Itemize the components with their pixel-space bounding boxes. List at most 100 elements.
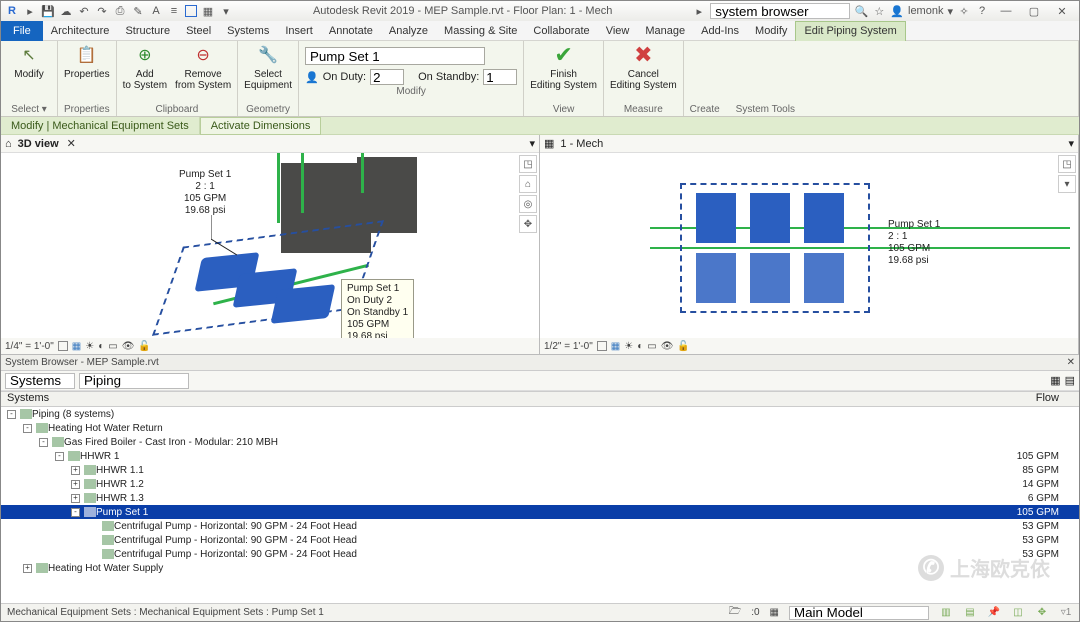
pump[interactable] (750, 193, 790, 243)
select-equipment-button[interactable]: 🔧Select Equipment (244, 43, 292, 91)
activate-dimensions-button[interactable]: Activate Dimensions (200, 117, 322, 135)
system-type-filter[interactable] (79, 373, 189, 389)
pump[interactable] (804, 253, 844, 303)
tab-collaborate[interactable]: Collaborate (525, 21, 597, 41)
home-icon[interactable]: ⌂ (519, 175, 537, 193)
subscription-icon[interactable]: ☆ (872, 4, 886, 18)
thin-lines-icon[interactable]: ≡ (167, 4, 181, 18)
crop-icon[interactable]: ▭ (647, 341, 656, 352)
search-go-icon[interactable]: 🔍 (854, 4, 868, 18)
expand-toggle[interactable]: - (55, 452, 64, 461)
browser-view-icon[interactable]: ▦ (1050, 374, 1060, 387)
view-close-button[interactable]: ✕ (67, 137, 76, 150)
on-standby-input[interactable] (483, 69, 517, 85)
main-model-combo[interactable] (789, 606, 929, 620)
print-icon[interactable]: ⎙ (113, 4, 127, 18)
tree-row[interactable]: + HHWR 1.36 GPM (1, 491, 1079, 505)
select-links-icon[interactable]: ▥ (939, 606, 953, 620)
tree-row[interactable]: - HHWR 1105 GPM (1, 449, 1079, 463)
set-name-combo[interactable] (305, 47, 485, 65)
pan-icon[interactable]: ✥ (519, 215, 537, 233)
shadows-icon[interactable]: ◐ (98, 341, 104, 352)
selection-hint-icon[interactable]: 🗁 (729, 604, 741, 621)
expand-toggle[interactable]: - (71, 508, 80, 517)
exchange-icon[interactable]: ✧ (957, 4, 971, 18)
panel-label[interactable]: Select ▾ (7, 103, 51, 116)
open-icon[interactable]: ▸ (23, 4, 37, 18)
finish-editing-button[interactable]: ✔Finish Editing System (530, 43, 597, 91)
discipline-filter[interactable] (5, 373, 75, 389)
sun-path-icon[interactable]: ☀ (85, 341, 94, 352)
shadows-icon[interactable]: ◐ (637, 341, 643, 352)
expand-toggle[interactable]: + (71, 494, 80, 503)
browser-settings-icon[interactable]: ▤ (1065, 374, 1075, 387)
add-to-system-button[interactable]: ⊕Add to System (123, 43, 167, 91)
tab-addins[interactable]: Add-Ins (693, 21, 747, 41)
save-icon[interactable]: 💾 (41, 4, 55, 18)
visual-style-icon[interactable]: ▦ (72, 341, 81, 352)
tab-edit-piping-system[interactable]: Edit Piping System (795, 21, 905, 41)
tree-row[interactable]: Centrifugal Pump - Horizontal: 90 GPM - … (1, 519, 1079, 533)
cancel-editing-button[interactable]: ✖Cancel Editing System (610, 43, 677, 91)
remove-from-system-button[interactable]: ⊖Remove from System (175, 43, 231, 91)
expand-toggle[interactable]: + (23, 564, 32, 573)
text-icon[interactable]: A (149, 4, 163, 18)
close-hidden-icon[interactable] (185, 5, 197, 17)
scale-display[interactable]: 1/2" = 1'-0" (544, 341, 593, 352)
tab-insert[interactable]: Insert (277, 21, 321, 41)
reveal-icon[interactable]: 🔓 (677, 341, 689, 352)
tab-structure[interactable]: Structure (117, 21, 178, 41)
close-button[interactable]: ✕ (1049, 3, 1075, 19)
properties-button[interactable]: 📋Properties (64, 43, 110, 80)
select-pinned-icon[interactable]: 📌 (987, 606, 1001, 620)
expand-toggle[interactable]: + (71, 480, 80, 489)
infocenter-icon[interactable]: ▸ (692, 4, 706, 18)
filter-icon[interactable]: ▿1 (1059, 606, 1073, 620)
expand-toggle[interactable]: - (23, 424, 32, 433)
view-home-icon[interactable]: ▦ (544, 137, 554, 150)
tab-architecture[interactable]: Architecture (43, 21, 118, 41)
col-systems[interactable]: Systems (1, 392, 969, 406)
nav-arrow-icon[interactable]: ▾ (1058, 175, 1076, 193)
pump[interactable] (696, 253, 736, 303)
tab-modify[interactable]: Modify (747, 21, 795, 41)
viewcube-icon[interactable]: ◳ (519, 155, 537, 173)
browser-close-button[interactable]: ✕ (1067, 357, 1075, 368)
tree-row[interactable]: + HHWR 1.185 GPM (1, 463, 1079, 477)
tree-row[interactable]: - Piping (8 systems) (1, 407, 1079, 421)
detail-level-icon[interactable] (597, 341, 607, 351)
file-tab[interactable]: File (1, 21, 43, 41)
tree-row[interactable]: - Heating Hot Water Return (1, 421, 1079, 435)
tree-row[interactable]: + HHWR 1.214 GPM (1, 477, 1079, 491)
on-duty-input[interactable] (370, 69, 404, 85)
hide-icon[interactable]: 👁 (122, 341, 135, 352)
tab-analyze[interactable]: Analyze (381, 21, 436, 41)
scale-display[interactable]: 1/4" = 1'-0" (5, 341, 54, 352)
redo-icon[interactable]: ↷ (95, 4, 109, 18)
view-menu-button[interactable]: ▾ (529, 137, 535, 150)
view-home-icon[interactable]: ⌂ (5, 138, 12, 150)
sync-icon[interactable]: ☁ (59, 4, 73, 18)
visual-style-icon[interactable]: ▦ (611, 341, 620, 352)
drag-elements-icon[interactable]: ✥ (1035, 606, 1049, 620)
expand-toggle[interactable]: - (7, 410, 16, 419)
tree-row[interactable]: Centrifugal Pump - Horizontal: 90 GPM - … (1, 533, 1079, 547)
canvas-plan[interactable]: Pump Set 1 2 : 1 105 GPM 19.68 psi ◳ ▾ (540, 153, 1078, 338)
maximize-button[interactable]: ▢ (1021, 3, 1047, 19)
pump[interactable] (750, 253, 790, 303)
nav-wheel-icon[interactable]: ◎ (519, 195, 537, 213)
detail-level-icon[interactable] (58, 341, 68, 351)
switch-window-icon[interactable]: ▦ (201, 4, 215, 18)
help-icon[interactable]: ? (975, 4, 989, 18)
tree-row[interactable]: - Pump Set 1105 GPM (1, 505, 1079, 519)
worksets-icon[interactable]: ▦ (770, 607, 779, 618)
tab-systems[interactable]: Systems (219, 21, 277, 41)
user-menu[interactable]: 👤 lemonk ▾ (890, 5, 953, 18)
hide-icon[interactable]: 👁 (661, 341, 674, 352)
select-underlay-icon[interactable]: ▤ (963, 606, 977, 620)
pump[interactable] (804, 193, 844, 243)
tab-steel[interactable]: Steel (178, 21, 219, 41)
view-menu-button[interactable]: ▾ (1068, 137, 1074, 150)
tab-manage[interactable]: Manage (637, 21, 693, 41)
measure-icon[interactable]: ✎ (131, 4, 145, 18)
